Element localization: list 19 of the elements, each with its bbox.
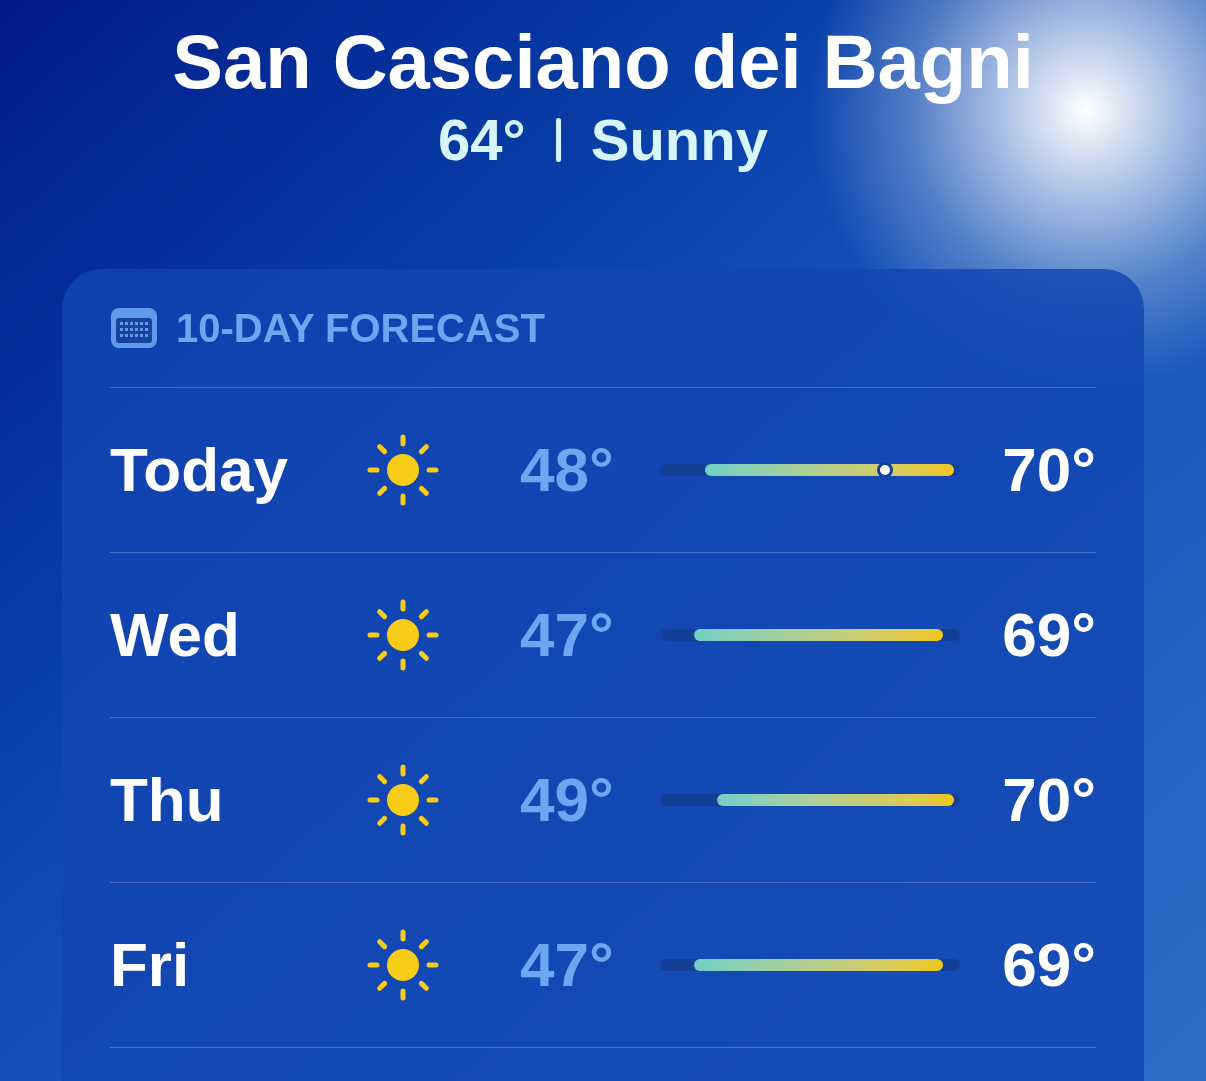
low-temperature: 48°	[520, 439, 615, 501]
day-label: Wed	[110, 604, 241, 666]
low-temperature: 47°	[520, 934, 615, 996]
sun-icon	[365, 927, 441, 1003]
day-label: Thu	[110, 769, 225, 831]
day-label: Fri	[110, 934, 191, 996]
sun-icon	[365, 432, 441, 508]
low-temperature: 49°	[520, 769, 615, 831]
calendar-icon	[110, 307, 158, 349]
current-temperature: 64°	[438, 111, 526, 169]
location-title: San Casciano dei Bagni	[172, 18, 1034, 106]
sun-icon	[365, 597, 441, 673]
high-temperature: 70°	[1002, 439, 1096, 501]
low-temperature: 47°	[520, 604, 615, 666]
forecast-heading: 10-DAY FORECAST	[176, 305, 545, 352]
high-temperature: 69°	[1002, 934, 1096, 996]
high-temperature: 69°	[1002, 604, 1096, 666]
high-temperature: 70°	[1002, 769, 1096, 831]
sun-icon	[365, 762, 441, 838]
